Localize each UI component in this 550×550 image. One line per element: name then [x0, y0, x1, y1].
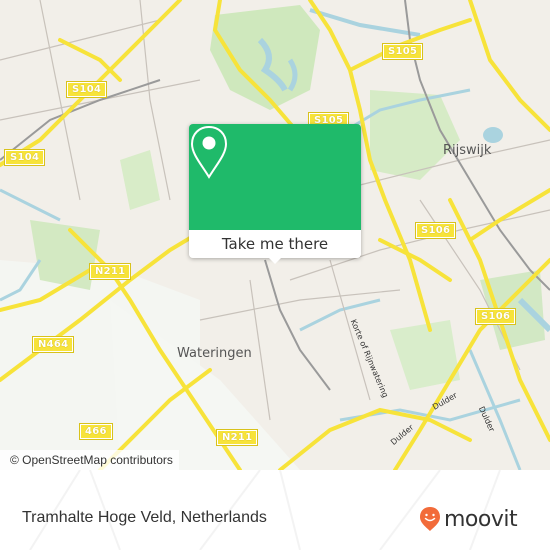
- popup-header[interactable]: [189, 124, 361, 230]
- location-title: Tramhalte Hoge Veld, Netherlands: [22, 509, 267, 526]
- popup-pointer: [268, 257, 282, 264]
- park-area: [30, 220, 100, 290]
- road-shield: S106: [414, 222, 457, 239]
- place-label-rijswijk: Rijswijk: [443, 143, 492, 158]
- road-shield: S105: [381, 43, 424, 60]
- road-shield: N211: [215, 429, 259, 446]
- location-popup[interactable]: Take me there: [189, 124, 361, 264]
- road-shield: N211: [88, 263, 132, 280]
- road-shield: S104: [65, 81, 108, 98]
- brand-name: moovit: [444, 506, 518, 532]
- road-shield: N464: [31, 336, 75, 353]
- moovit-pin-icon: [420, 507, 440, 531]
- place-label-wateringen: Wateringen: [177, 346, 252, 361]
- moovit-logo[interactable]: moovit: [419, 506, 518, 532]
- map-pin-icon: [190, 125, 228, 179]
- road-shield: S106: [474, 308, 517, 325]
- road-shield: 466: [79, 423, 113, 440]
- take-me-there-button[interactable]: Take me there: [189, 230, 361, 258]
- lake: [483, 127, 503, 143]
- map-attribution[interactable]: © OpenStreetMap contributors: [0, 450, 179, 470]
- road-shield: S104: [3, 149, 46, 166]
- map-view[interactable]: S104 S104 S105 S105 S106 S106 N211 N211 …: [0, 0, 550, 470]
